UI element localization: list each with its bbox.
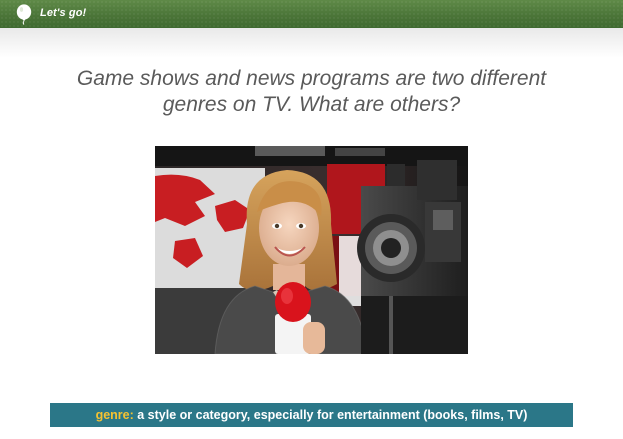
- top-bar-texture: [0, 0, 623, 28]
- brand-label: Let's go!: [40, 7, 87, 19]
- definition-bar: genre: a style or category, especially f…: [50, 403, 573, 427]
- news-reporter-photo: [155, 146, 468, 354]
- balloon-icon: [16, 4, 32, 25]
- definition-term: genre:: [95, 408, 134, 422]
- top-bar: Let's go!: [0, 0, 623, 28]
- news-reporter-illustration: [155, 146, 468, 354]
- question-text: Game shows and news programs are two dif…: [76, 67, 547, 116]
- definition-text: a style or category, especially for ente…: [137, 408, 528, 422]
- header-shadow: [0, 28, 623, 58]
